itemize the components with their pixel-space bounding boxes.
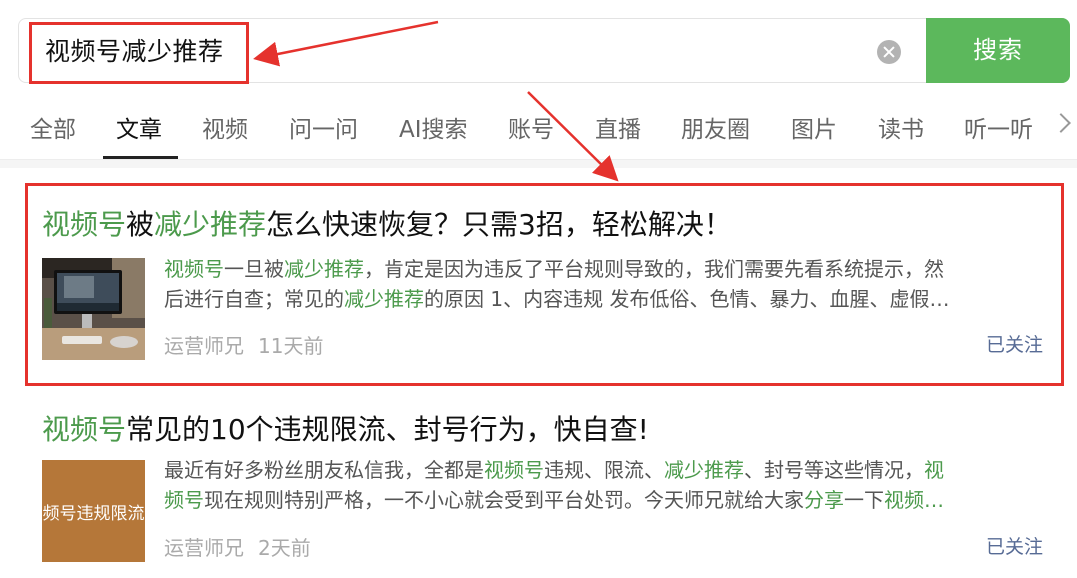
- tab-images[interactable]: 图片: [791, 110, 837, 144]
- result-thumbnail[interactable]: 频号违规限流: [42, 460, 145, 562]
- active-tab-indicator: [103, 156, 178, 159]
- tab-ai-search[interactable]: AI搜索: [399, 110, 468, 144]
- result-snippet: 最近有好多粉丝朋友私信我，全都是视频号违规、限流、减少推荐、封号等这些情况，视 …: [164, 455, 1040, 515]
- snippet-text: 最近有好多粉丝朋友私信我，全都是: [164, 458, 484, 482]
- author-name[interactable]: 运营师兄: [164, 536, 244, 560]
- tab-live[interactable]: 直播: [595, 110, 641, 144]
- snippet-line: 最近有好多粉丝朋友私信我，全都是视频号违规、限流、减少推荐、封号等这些情况，视: [164, 455, 1040, 485]
- annotation-box-search: [29, 22, 249, 84]
- clear-icon[interactable]: [877, 40, 901, 64]
- snippet-keyword: 视频号: [484, 458, 544, 482]
- snippet-text: 违规、限流、: [544, 458, 664, 482]
- snippet-text: 、封号等这些情况，: [744, 458, 924, 482]
- annotation-box-result: [25, 183, 1064, 386]
- tab-accounts[interactable]: 账号: [508, 110, 554, 144]
- snippet-keyword: 视: [924, 458, 944, 482]
- snippet-line: 频号现在规则特别严格，一不小心就会受到平台处罚。今天师兄就给大家分享一下视频…: [164, 485, 1040, 515]
- title-text: 常见的10个违规限流、封号行为，快自查!: [126, 413, 649, 446]
- tab-all[interactable]: 全部: [30, 110, 76, 144]
- snippet-keyword: 减少推荐: [664, 458, 744, 482]
- tab-books[interactable]: 读书: [878, 110, 924, 144]
- divider: [0, 160, 1077, 168]
- snippet-keyword: 分享: [804, 488, 844, 512]
- tab-videos[interactable]: 视频: [202, 110, 248, 144]
- title-keyword: 视频号: [42, 413, 127, 446]
- search-button[interactable]: 搜索: [926, 18, 1070, 83]
- tab-ask[interactable]: 问一问: [289, 110, 358, 144]
- tab-moments[interactable]: 朋友圈: [681, 110, 750, 144]
- snippet-text: 现在规则特别严格，一不小心就会受到平台处罚。今天师兄就给大家: [204, 488, 804, 512]
- follow-status[interactable]: 已关注: [986, 532, 1043, 559]
- snippet-keyword: 视频…: [884, 488, 944, 512]
- snippet-keyword: 频号: [164, 488, 204, 512]
- chevron-right-icon[interactable]: [1051, 113, 1071, 133]
- result-title[interactable]: 视频号常见的10个违规限流、封号行为，快自查!: [42, 408, 649, 448]
- tab-listen[interactable]: 听一听: [964, 110, 1036, 144]
- tab-articles[interactable]: 文章: [116, 110, 162, 144]
- snippet-text: 一下: [844, 488, 884, 512]
- tab-bar: 全部 文章 视频 问一问 AI搜索 账号 直播 朋友圈 图片 读书 听一听: [0, 100, 1077, 160]
- publish-time: 2天前: [258, 536, 311, 560]
- thumbnail-text: 频号违规限流: [42, 503, 145, 524]
- result-meta: 运营师兄 2天前: [164, 532, 311, 561]
